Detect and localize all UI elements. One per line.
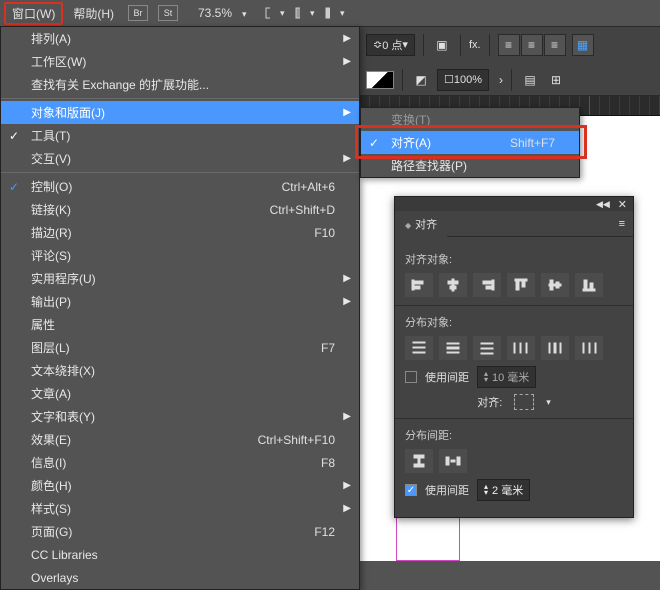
menu-page[interactable]: 页面(G)F12 [1,520,359,543]
text-wrap-icon[interactable]: ▤ [520,72,540,88]
collapse-icon[interactable]: ◀◀ [596,199,610,210]
submenu-pathfinder[interactable]: 路径查找器(P) [361,154,579,177]
distribute-horizontal-space-icon[interactable] [439,449,467,473]
distribute-vcenter-icon[interactable] [439,336,467,360]
distribute-left-icon[interactable] [507,336,535,360]
submenu-align[interactable]: ✓对齐(A)Shift+F7 [361,131,579,154]
window-menu-dropdown: 排列(A)▶ 工作区(W)▶ 查找有关 Exchange 的扩展功能... 对象… [0,26,360,590]
opacity-field[interactable]: ☐ 100% [437,69,489,91]
menu-color[interactable]: 颜色(H)▶ [1,474,359,497]
menu-attributes[interactable]: 属性 [1,313,359,336]
zoom-level[interactable]: 73.5%▾ [190,3,255,23]
screen-mode-icon[interactable]: ▾ [295,5,315,21]
fx-button[interactable]: fx. [469,39,481,51]
align-horizontal-centers-icon[interactable] [439,273,467,297]
menu-style[interactable]: 样式(S)▶ [1,497,359,520]
menu-cc-libraries[interactable]: CC Libraries [1,543,359,566]
menu-overlays[interactable]: Overlays [1,566,359,589]
align-objects-label: 对齐对象: [405,251,623,267]
menu-text-table[interactable]: 文字和表(Y)▶ [1,405,359,428]
align-panel: ◀◀ ✕ 对齐 ≡ 对齐对象: 分布对象: 使用间距 ▴▾10 毫米 [394,196,634,518]
fill-stroke-swatch[interactable] [366,71,394,89]
align-left-icon[interactable]: ≡ [498,34,520,56]
use-spacing-label-2: 使用间距 [425,482,469,498]
gap-icon[interactable]: ⊞ [546,72,566,88]
menu-interaction[interactable]: 交互(V)▶ [1,147,359,170]
menu-comment[interactable]: 评论(S) [1,244,359,267]
menu-control[interactable]: ✓控制(O)Ctrl+Alt+6 [1,175,359,198]
spacing-field-2[interactable]: ▴▾2 毫米 [477,479,530,501]
menu-window[interactable]: 窗口(W) [4,2,63,25]
menu-utility[interactable]: 实用程序(U)▶ [1,267,359,290]
align-right-edges-icon[interactable] [473,273,501,297]
distribute-right-icon[interactable] [575,336,603,360]
use-spacing-label-1: 使用间距 [425,369,469,385]
align-vertical-centers-icon[interactable] [541,273,569,297]
menu-article[interactable]: 文章(A) [1,382,359,405]
view-options-icon[interactable]: ▾ [265,5,285,21]
close-icon[interactable]: ✕ [618,198,627,211]
use-spacing-checkbox-2[interactable]: ✓ [405,484,417,496]
align-top-edges-icon[interactable] [507,273,535,297]
menu-output[interactable]: 输出(P)▶ [1,290,359,313]
menu-link[interactable]: 链接(K)Ctrl+Shift+D [1,198,359,221]
align-bottom-edges-icon[interactable] [575,273,603,297]
menu-arrange[interactable]: 排列(A)▶ [1,27,359,50]
distribute-top-icon[interactable] [405,336,433,360]
bridge-icon[interactable]: Br [128,5,148,21]
menu-tools[interactable]: ✓工具(T) [1,124,359,147]
arrange-docs-icon[interactable]: ▾ [325,5,345,21]
distribute-spacing-label: 分布间距: [405,427,623,443]
menu-object-layout[interactable]: 对象和版面(J)▶ [1,101,359,124]
submenu-transform[interactable]: 变换(T) [361,108,579,131]
menu-exchange[interactable]: 查找有关 Exchange 的扩展功能... [1,73,359,96]
menu-stroke[interactable]: 描边(R)F10 [1,221,359,244]
align-panel-tab[interactable]: 对齐 [395,211,447,237]
view-mode-icons: ▾ ▾ ▾ [265,5,345,21]
paragraph-align-group: ≡ ≡ ≡ [498,34,566,56]
align-left-edges-icon[interactable] [405,273,433,297]
stock-icon[interactable]: St [158,5,178,21]
align-center-icon[interactable]: ≡ [521,34,543,56]
corner-options-icon[interactable]: ▣ [432,37,452,53]
use-spacing-checkbox-1[interactable] [405,371,417,383]
blend-mode-icon[interactable]: ◩ [411,72,431,88]
spacing-field-1[interactable]: ▴▾10 毫米 [477,366,536,388]
align-to-label: 对齐: [477,394,502,410]
distribute-bottom-icon[interactable] [473,336,501,360]
menu-info[interactable]: 信息(I)F8 [1,451,359,474]
align-to-selection-icon[interactable] [514,394,534,410]
options-bar: ≎ 0 点 ▾ ▣ fx. ≡ ≡ ≡ ▦ ◩ ☐ 100% › ▤ ⊞ [360,26,660,96]
menu-effect[interactable]: 效果(E)Ctrl+Shift+F10 [1,428,359,451]
menu-text-wrap[interactable]: 文本绕排(X) [1,359,359,382]
object-layout-submenu: 变换(T) ✓对齐(A)Shift+F7 路径查找器(P) [360,107,580,178]
distribute-hcenter-icon[interactable] [541,336,569,360]
distribute-objects-label: 分布对象: [405,314,623,330]
app-menubar: 窗口(W) 帮助(H) Br St 73.5%▾ ▾ ▾ ▾ [0,0,660,26]
menu-help[interactable]: 帮助(H) [65,2,122,25]
menu-layers[interactable]: 图层(L)F7 [1,336,359,359]
transform-icon[interactable]: ▦ [572,34,594,56]
distribute-vertical-space-icon[interactable] [405,449,433,473]
menu-workspace[interactable]: 工作区(W)▶ [1,50,359,73]
panel-menu-icon[interactable]: ≡ [619,218,625,230]
stroke-weight-field[interactable]: ≎ 0 点 ▾ [366,34,415,56]
align-right-icon[interactable]: ≡ [544,34,566,56]
